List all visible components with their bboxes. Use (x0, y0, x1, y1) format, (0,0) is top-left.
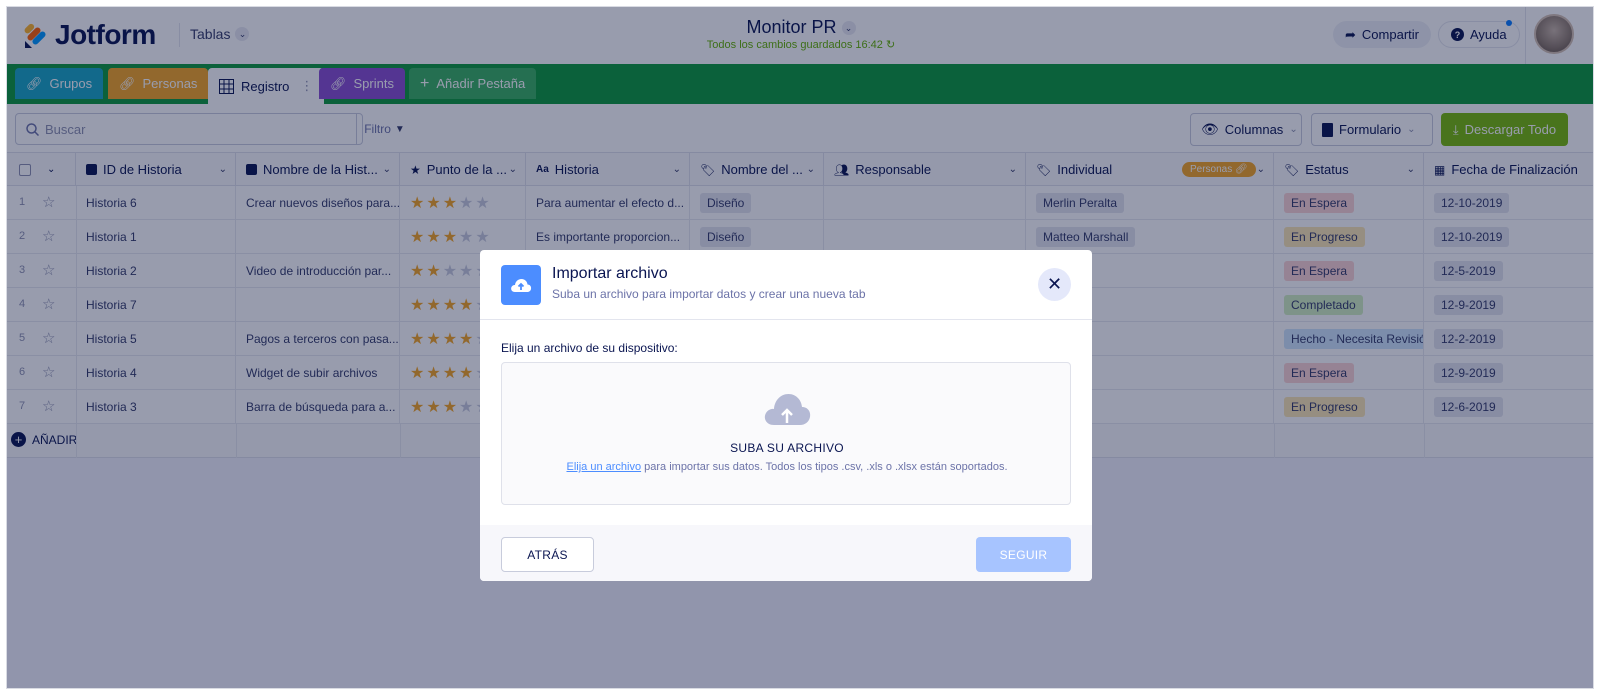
import-file-modal: Importar archivo Suba un archivo para im… (480, 250, 1092, 581)
close-icon: ✕ (1046, 274, 1063, 294)
divider (480, 319, 1092, 320)
modal-title: Importar archivo (552, 265, 668, 282)
choose-file-label: Elija un archivo de su dispositivo: (501, 341, 678, 355)
back-button[interactable]: ATRÁS (501, 537, 594, 572)
upload-title: SUBA SU ARCHIVO (730, 441, 844, 455)
close-button[interactable]: ✕ (1038, 268, 1071, 301)
modal-subtitle: Suba un archivo para importar datos y cr… (552, 287, 866, 301)
upload-cloud-icon (501, 265, 541, 305)
file-dropzone[interactable]: SUBA SU ARCHIVO Elija un archivo para im… (501, 362, 1071, 505)
upload-cloud-icon (764, 394, 811, 425)
app-window: Jotform Tablas ⌄ Monitor PR ⌄ Todos los … (6, 6, 1594, 689)
modal-footer: ATRÁS SEGUIR (480, 525, 1092, 581)
upload-description: Elija un archivo para importar sus datos… (502, 461, 1072, 473)
upload-description-text: para importar sus datos. Todos los tipos… (641, 461, 1008, 473)
choose-file-link[interactable]: Elija un archivo (566, 461, 641, 473)
continue-button[interactable]: SEGUIR (976, 537, 1071, 572)
